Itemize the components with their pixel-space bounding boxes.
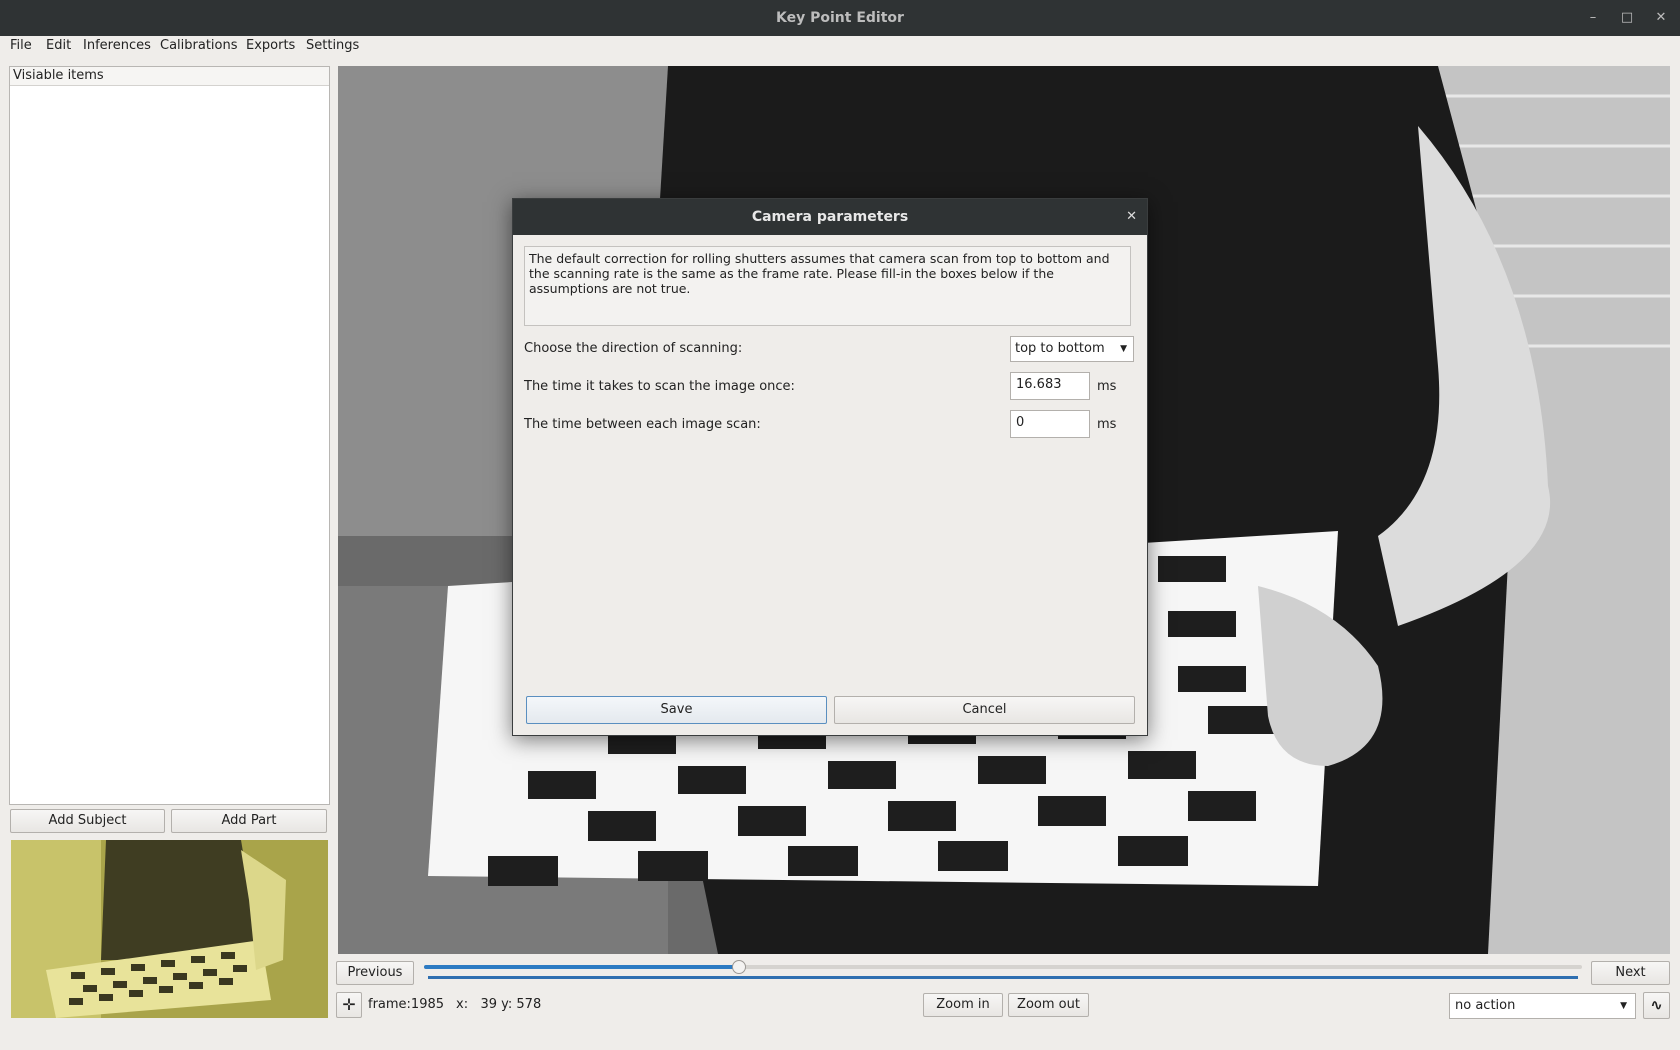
thumbnail-image [11,840,328,1018]
dialog-close-icon[interactable]: ✕ [1126,207,1137,227]
graph-icon[interactable]: ∿ [1643,992,1670,1019]
previous-button[interactable]: Previous [336,961,414,985]
zoom-in-button[interactable]: Zoom in [923,993,1003,1017]
menu-file[interactable]: File [10,36,32,56]
dialog-info-text: The default correction for rolling shutt… [524,246,1131,326]
thumbnail-preview[interactable] [11,840,328,1018]
add-subject-button[interactable]: Add Subject [10,809,165,833]
cursor-coordinates: x: 39 y: 578 [456,997,542,1012]
visible-items-header: Visiable items [10,67,329,86]
scan-time-unit: ms [1097,379,1117,394]
visible-items-panel[interactable]: Visiable items [9,66,330,805]
maximize-icon[interactable]: □ [1616,8,1638,28]
frame-slider-fill [424,965,739,969]
direction-label: Choose the direction of scanning: [524,341,743,356]
direction-select[interactable]: top to bottom ▼ [1010,336,1134,362]
title-bar: Key Point Editor – □ ✕ [0,0,1680,36]
zoom-out-button[interactable]: Zoom out [1008,993,1089,1017]
action-select[interactable]: no action ▼ [1449,993,1636,1019]
between-scan-input[interactable]: 0 [1010,410,1090,438]
next-button[interactable]: Next [1591,961,1670,985]
action-select-value: no action [1455,998,1516,1013]
menu-exports[interactable]: Exports [246,36,295,56]
menu-bar: File Edit Inferences Calibrations Export… [0,36,1680,56]
menu-settings[interactable]: Settings [306,36,359,56]
dialog-title: Camera parameters [513,199,1147,235]
menu-inferences[interactable]: Inferences [83,36,151,56]
cancel-button[interactable]: Cancel [834,696,1135,724]
save-button[interactable]: Save [526,696,827,724]
menu-edit[interactable]: Edit [46,36,71,56]
scan-time-label: The time it takes to scan the image once… [524,379,795,394]
crosshair-icon[interactable]: ✛ [336,992,362,1018]
frame-number: frame:1985 [368,997,445,1012]
camera-parameters-dialog: Camera parameters ✕ The default correcti… [512,198,1148,736]
frame-slider-handle[interactable] [732,960,746,974]
menu-calibrations[interactable]: Calibrations [160,36,238,56]
between-scan-unit: ms [1097,417,1117,432]
direction-select-value: top to bottom [1015,341,1105,356]
between-scan-label: The time between each image scan: [524,417,761,432]
scan-time-input[interactable]: 16.683 [1010,372,1090,400]
close-icon[interactable]: ✕ [1650,8,1672,28]
window-title: Key Point Editor [776,10,904,26]
chevron-down-icon: ▼ [1620,1001,1627,1011]
add-part-button[interactable]: Add Part [171,809,327,833]
frame-range-bar [428,976,1578,979]
minimize-icon[interactable]: – [1582,8,1604,28]
chevron-down-icon: ▼ [1120,344,1127,354]
